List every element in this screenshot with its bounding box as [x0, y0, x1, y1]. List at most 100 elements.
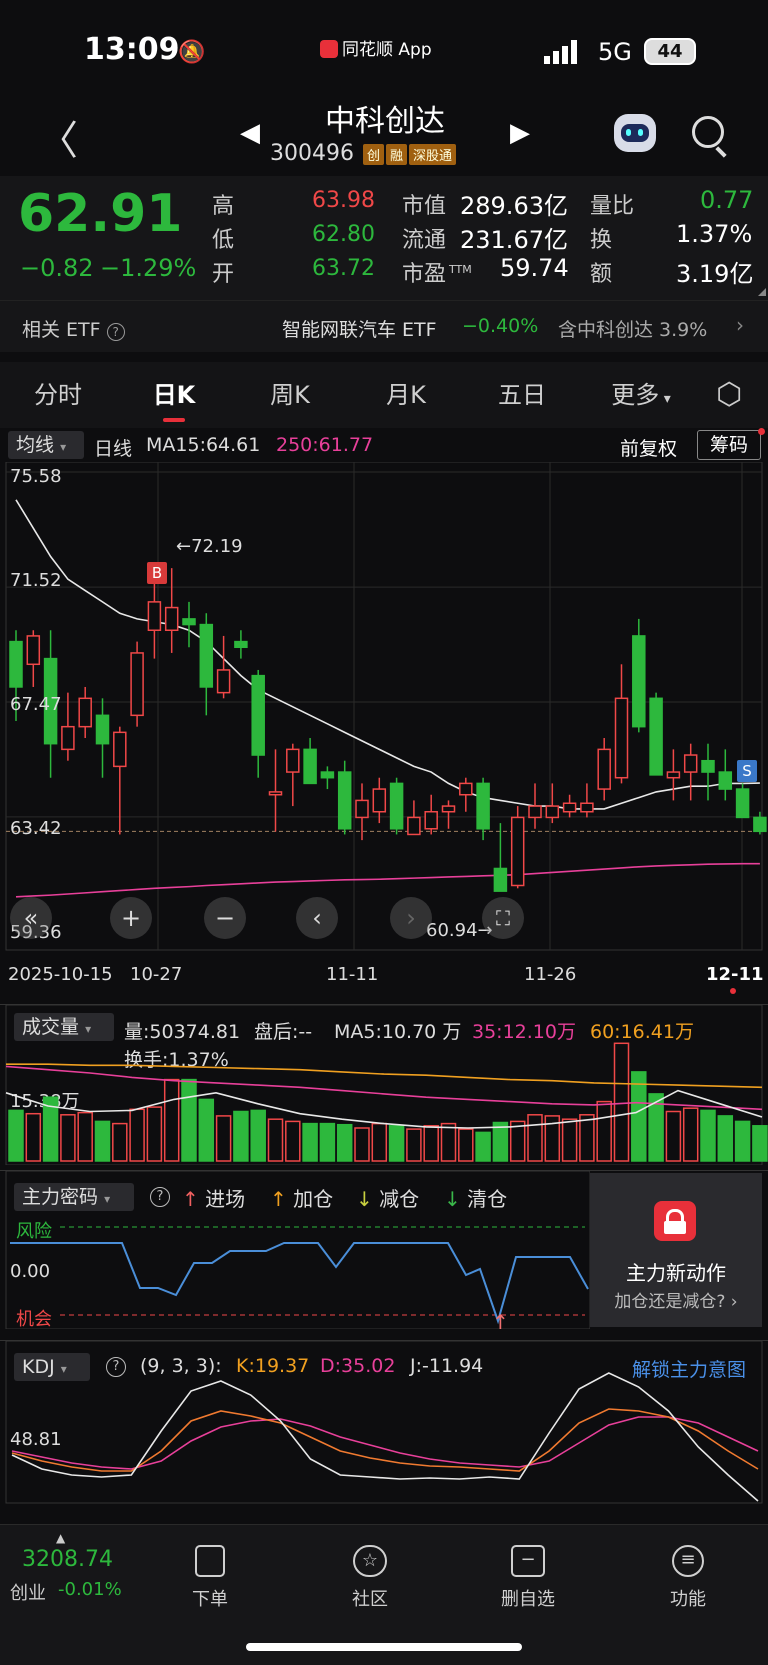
stat-turnover-value: 1.37%: [676, 220, 753, 248]
turnover-rate: 换手:1.37%: [124, 1049, 229, 1071]
candle-body: [407, 816, 421, 836]
app-logo-icon: [320, 40, 338, 58]
search-icon[interactable]: [692, 116, 724, 148]
volume-bar: [700, 1109, 716, 1162]
ma15-line: [15, 499, 760, 810]
index-name: 创业: [10, 1583, 46, 1604]
tab-monthly-k[interactable]: 月K: [368, 362, 444, 428]
stat-volratio-label: 量比: [590, 194, 635, 219]
stock-header: 〈 ◀ 中科创达 300496 创融深股通 ▶: [0, 96, 768, 176]
volume-bar: [146, 1106, 163, 1162]
after-hours: 盘后:--: [254, 1021, 313, 1043]
tab-intraday[interactable]: 分时: [20, 362, 96, 428]
high-marker: ←72.19: [176, 536, 243, 557]
quote-panel: 62.91 −0.82 −1.29% 高 63.98 低 62.80 开 63.…: [0, 176, 768, 300]
prev-stock-icon[interactable]: ◀: [240, 118, 260, 148]
volume-bar: [302, 1122, 318, 1162]
kdj-selector[interactable]: KDJ ▾: [14, 1353, 90, 1381]
etf-label: 相关 ETF ?: [22, 315, 125, 342]
help-icon[interactable]: ?: [106, 323, 125, 341]
etf-contain: 含中科创达 3.9%: [558, 319, 708, 341]
vol-ma35: 35:12.10万: [472, 1021, 576, 1043]
candle-body: [614, 697, 629, 779]
volume-selector[interactable]: 成交量 ▾: [14, 1013, 114, 1041]
zoom-in-button[interactable]: +: [110, 897, 152, 939]
chart-frame: [5, 462, 763, 951]
kline-chart[interactable]: 75.58 71.52 67.47 63.42 59.36 ←72.19 60.…: [0, 462, 768, 952]
nav-remove-watchlist[interactable]: − 删自选: [468, 1525, 588, 1611]
unlock-intent-link[interactable]: 解锁主力意图: [632, 1355, 746, 1382]
volume-bar: [129, 1108, 145, 1162]
signal-icon: [544, 40, 584, 64]
legend-reduce: ↓ 减仓: [356, 1187, 420, 1211]
next-stock-icon[interactable]: ▶: [510, 118, 530, 148]
volume-bar: [579, 1114, 595, 1162]
volume-panel[interactable]: 成交量 ▾ 量:50374.81 盘后:-- MA5:10.70 万 35:12…: [0, 1004, 768, 1165]
volume-bar: [336, 1123, 353, 1162]
nav-functions[interactable]: ≡ 功能: [628, 1525, 748, 1611]
tab-more[interactable]: 更多 ▾: [596, 362, 686, 428]
current-date-dot: [730, 988, 736, 994]
y-label-2: 71.52: [10, 570, 62, 591]
zero-label: 0.00: [10, 1261, 51, 1282]
index-widget[interactable]: ▲ 3208.74 创业 -0.01%: [10, 1525, 140, 1625]
scroll-right-button[interactable]: ›: [390, 897, 432, 939]
stat-turnover-label: 换: [590, 228, 613, 253]
nav-community[interactable]: ☆ 社区: [310, 1525, 430, 1611]
vol-ma5: MA5:10.70 万: [334, 1021, 462, 1043]
fullscreen-button[interactable]: ⛶: [482, 897, 524, 939]
ma-selector[interactable]: 均线 ▾: [8, 431, 84, 459]
stat-amount-label: 额: [590, 262, 613, 287]
robot-assistant-icon[interactable]: [614, 114, 656, 152]
tab-five-day[interactable]: 五日: [484, 362, 560, 428]
capital-selector[interactable]: 主力密码 ▾: [14, 1183, 134, 1211]
volume-bar: [717, 1115, 734, 1162]
candle-body: [493, 867, 508, 892]
volume-bar: [475, 1131, 491, 1162]
candle-body: [424, 811, 438, 830]
help-icon[interactable]: ?: [106, 1357, 126, 1377]
candle-body: [130, 652, 144, 717]
volume-bar: [250, 1109, 266, 1162]
related-etf-row[interactable]: 相关 ETF ? 智能网联汽车 ETF −0.40% 含中科创达 3.9% ›: [0, 300, 768, 352]
buy-signal-badge[interactable]: B: [147, 562, 167, 584]
kdj-panel[interactable]: KDJ ▾ ? (9, 3, 3): K:19.37 D:35.02 J:-11…: [0, 1340, 768, 1504]
expand-corner-icon[interactable]: [758, 288, 766, 296]
price-change: −0.82: [20, 254, 94, 282]
help-icon[interactable]: ?: [150, 1187, 170, 1207]
tab-weekly-k[interactable]: 周K: [252, 362, 328, 428]
sell-signal-badge[interactable]: S: [737, 760, 757, 782]
stat-low-value: 62.80: [312, 222, 375, 247]
stock-code-row: 300496 创融深股通: [270, 141, 457, 166]
promo-title: 主力新动作: [626, 1261, 726, 1285]
volume-bar: [631, 1071, 647, 1162]
entry-arrow-icon: ↑: [492, 1310, 509, 1329]
promo-card[interactable]: 主力新动作 加仓还是减仓? ›: [590, 1173, 762, 1327]
candle-body: [476, 782, 490, 830]
remove-watchlist-icon: −: [511, 1545, 545, 1577]
period-label: 日线: [94, 438, 133, 460]
stat-mktcap-label: 市值: [402, 194, 447, 219]
stat-pe-value: 59.74: [500, 254, 569, 282]
volume-bar: [267, 1118, 284, 1162]
collapse-chart-button[interactable]: «: [10, 897, 52, 939]
nav-order[interactable]: 下单: [150, 1525, 270, 1611]
candle-body: [355, 799, 369, 819]
home-indicator: [246, 1643, 522, 1651]
candle-body: [113, 731, 127, 768]
capital-panel[interactable]: 主力密码 ▾ ? ↑ 进场 ↑ 加仓 ↓ 减仓 ↓ 清仓 风险 0.00 机会 …: [0, 1170, 768, 1330]
candle-body: [441, 805, 456, 813]
adjust-button[interactable]: 前复权: [620, 434, 677, 461]
kline-header: 均线 ▾ 日线 MA15:64.61 250:61.77 前复权 筹码: [0, 428, 768, 462]
settings-hexagon-icon[interactable]: ⬡: [716, 378, 742, 412]
status-bar: 13:09 🔕 同花顺 App 5G 44: [0, 0, 768, 96]
zoom-out-button[interactable]: −: [204, 897, 246, 939]
arrow-up-orange-icon: ↑: [270, 1187, 287, 1211]
chip-button[interactable]: 筹码: [697, 430, 761, 460]
stat-mktcap-value: 289.63亿: [460, 192, 568, 220]
volume-bar: [648, 1093, 664, 1162]
back-icon[interactable]: 〈: [38, 108, 78, 166]
scroll-left-button[interactable]: ‹: [296, 897, 338, 939]
vol-ma5-line: [5, 1089, 763, 1129]
kdj-y-label: 48.81: [10, 1429, 62, 1450]
